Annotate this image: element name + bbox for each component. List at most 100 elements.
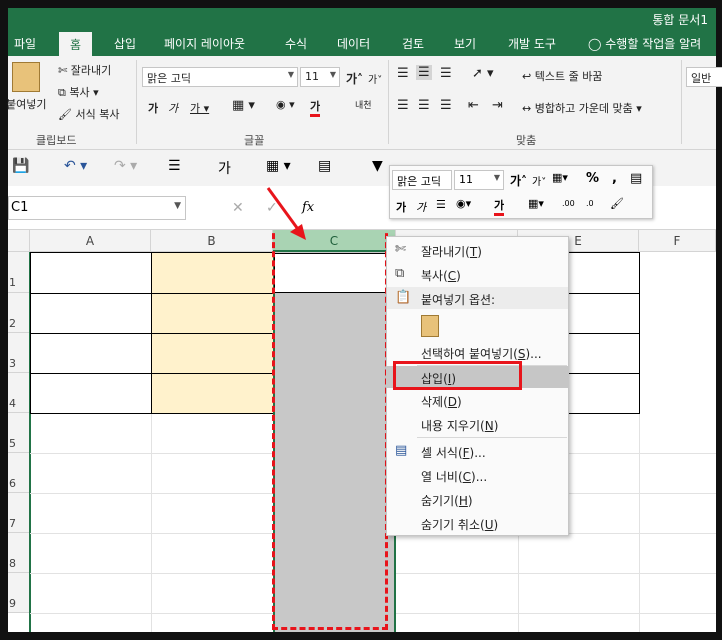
align-top-icon[interactable]: ☰ bbox=[397, 66, 409, 81]
mini-font-name-combo[interactable]: 맑은 고딕 bbox=[392, 170, 452, 190]
mini-italic-icon[interactable]: 가 bbox=[416, 199, 426, 215]
mini-bold-icon[interactable]: 가 bbox=[396, 199, 406, 215]
cell-b4[interactable] bbox=[151, 373, 274, 414]
row-header-4[interactable]: 4 bbox=[8, 373, 30, 413]
font-style-icon[interactable]: 가 bbox=[218, 158, 231, 178]
align-middle-icon[interactable]: ☰ bbox=[416, 65, 432, 80]
align-right-icon[interactable]: ☰ bbox=[440, 98, 452, 113]
tab-page-layout[interactable]: 페이지 레이아웃 bbox=[164, 35, 245, 52]
name-box[interactable]: C1 ▼ bbox=[8, 196, 186, 220]
format-painter-button[interactable]: 🖌 서식 복사 bbox=[58, 106, 119, 122]
cell-b2[interactable] bbox=[151, 293, 274, 334]
menu-item-delete[interactable]: 삭제(D) bbox=[387, 389, 568, 411]
tell-me-search[interactable]: ◯ 수행할 작업을 알려 bbox=[588, 35, 701, 52]
orientation-icon[interactable]: ➚ ▾ bbox=[472, 66, 494, 81]
mini-currency-icon[interactable]: ▦▾ bbox=[552, 171, 568, 184]
bold-icon[interactable]: 가 bbox=[148, 100, 158, 116]
worksheet-grid[interactable]: A B C D E F 1 2 3 4 5 6 7 8 9 bbox=[8, 230, 716, 632]
formula-input[interactable] bbox=[330, 196, 390, 220]
mini-align-center-icon[interactable]: ☰ bbox=[436, 198, 446, 211]
paste-icon[interactable] bbox=[12, 62, 40, 92]
mini-font-size-combo[interactable]: 11 ▼ bbox=[454, 170, 504, 190]
filter-icon[interactable]: ▼ bbox=[372, 158, 383, 174]
border-icon[interactable]: ▦ ▾ bbox=[232, 98, 255, 113]
menu-item-hide[interactable]: 숨기기(H) bbox=[387, 488, 568, 510]
row-header-9[interactable]: 9 bbox=[8, 573, 30, 613]
table-icon[interactable]: ▤ bbox=[318, 158, 331, 174]
tab-developer[interactable]: 개발 도구 bbox=[508, 35, 556, 52]
column-header-a[interactable]: A bbox=[30, 230, 151, 252]
wrap-text-button[interactable]: ↩ 텍스트 줄 바꿈 bbox=[522, 68, 602, 84]
row-header-3[interactable]: 3 bbox=[8, 333, 30, 373]
mini-percent-icon[interactable]: % bbox=[586, 171, 599, 186]
align-left-icon[interactable]: ☰ bbox=[397, 98, 409, 113]
shrink-font-icon[interactable]: 가˅ bbox=[368, 71, 382, 86]
undo-icon[interactable]: ↶ ▾ bbox=[64, 158, 87, 174]
cell-a1[interactable] bbox=[30, 252, 152, 294]
select-all-corner[interactable] bbox=[8, 230, 30, 252]
tab-home[interactable]: 홈 bbox=[59, 32, 93, 56]
menu-divider bbox=[417, 437, 567, 438]
row-header-7[interactable]: 7 bbox=[8, 493, 30, 533]
cell-b3[interactable] bbox=[151, 333, 274, 374]
row-header-8[interactable]: 8 bbox=[8, 533, 30, 573]
row-header-5[interactable]: 5 bbox=[8, 413, 30, 453]
redo-icon[interactable]: ↷ ▾ bbox=[114, 158, 137, 174]
menu-item-copy[interactable]: ⧉ 복사(C) bbox=[387, 263, 568, 285]
cell-a3[interactable] bbox=[30, 333, 152, 374]
tab-data[interactable]: 데이터 bbox=[337, 35, 370, 52]
mini-comma-icon[interactable]: , bbox=[612, 171, 617, 186]
tab-review[interactable]: 검토 bbox=[402, 35, 424, 52]
font-size-combo[interactable]: 11 ▼ bbox=[300, 67, 340, 87]
decrease-indent-icon[interactable]: ⇤ bbox=[468, 98, 479, 113]
column-header-f[interactable]: F bbox=[639, 230, 716, 252]
cut-button[interactable]: ✄ 잘라내기 bbox=[58, 62, 111, 78]
row-header-2[interactable]: 2 bbox=[8, 293, 30, 333]
cancel-icon[interactable]: ✕ bbox=[232, 200, 244, 216]
mini-increase-decimal-icon[interactable]: .00 bbox=[562, 199, 575, 208]
mini-fill-color-icon[interactable]: ◉▾ bbox=[456, 197, 471, 210]
mini-shrink-font-icon[interactable]: 가˅ bbox=[532, 173, 546, 188]
save-icon[interactable]: 💾 bbox=[12, 158, 29, 174]
cell-b1[interactable] bbox=[151, 252, 274, 294]
menu-item-paste-special[interactable]: 선택하여 붙여넣기(S)... bbox=[387, 341, 568, 363]
mini-decrease-decimal-icon[interactable]: .0 bbox=[586, 199, 594, 208]
mini-format-cells-icon[interactable]: ▤ bbox=[630, 171, 642, 186]
align-icon[interactable]: ☰ bbox=[168, 158, 181, 174]
number-format-combo[interactable]: 일반 bbox=[686, 67, 722, 87]
italic-icon[interactable]: 가 bbox=[168, 100, 178, 116]
borders-icon[interactable]: ▦ ▾ bbox=[266, 158, 291, 174]
paste-button[interactable]: 붙여넣기 bbox=[6, 96, 46, 112]
mini-grow-font-icon[interactable]: 가˄ bbox=[510, 172, 527, 189]
mini-format-painter-icon[interactable]: 🖌 bbox=[610, 197, 624, 210]
tab-insert[interactable]: 삽입 bbox=[114, 35, 136, 52]
paste-option-keep-source[interactable] bbox=[387, 311, 568, 341]
underline-icon[interactable]: 가 ▾ bbox=[190, 100, 209, 116]
align-center-icon[interactable]: ☰ bbox=[418, 98, 430, 113]
cell-a4[interactable] bbox=[30, 373, 152, 414]
menu-item-unhide[interactable]: 숨기기 취소(U) bbox=[387, 512, 568, 534]
font-color-icon[interactable]: 가 bbox=[310, 98, 321, 117]
menu-item-format-cells[interactable]: ▤ 셀 서식(F)... bbox=[387, 440, 568, 462]
grow-font-icon[interactable]: 가˄ bbox=[346, 70, 363, 87]
column-header-b[interactable]: B bbox=[151, 230, 273, 252]
fill-color-icon[interactable]: ◉ ▾ bbox=[276, 98, 295, 111]
row-header-6[interactable]: 6 bbox=[8, 453, 30, 493]
menu-item-clear-contents[interactable]: 내용 지우기(N) bbox=[387, 413, 568, 435]
align-bottom-icon[interactable]: ☰ bbox=[440, 66, 452, 81]
tab-formulas[interactable]: 수식 bbox=[285, 35, 307, 52]
tab-view[interactable]: 보기 bbox=[454, 35, 476, 52]
phonetic-icon[interactable]: 내천 bbox=[355, 98, 372, 111]
copy-button[interactable]: ⧉ 복사 ▾ bbox=[58, 84, 99, 100]
increase-indent-icon[interactable]: ⇥ bbox=[492, 98, 503, 113]
mini-borders-icon[interactable]: ▦▾ bbox=[528, 197, 544, 210]
merge-center-button[interactable]: ↔ 병합하고 가운데 맞춤 ▾ bbox=[522, 100, 642, 116]
tab-file[interactable]: 파일 bbox=[14, 35, 36, 52]
row-header-1[interactable]: 1 bbox=[8, 252, 30, 293]
mini-font-color-icon[interactable]: 가 bbox=[494, 197, 505, 216]
lightbulb-icon: ◯ bbox=[588, 37, 602, 51]
cell-a2[interactable] bbox=[30, 293, 152, 334]
menu-item-column-width[interactable]: 열 너비(C)... bbox=[387, 464, 568, 486]
menu-item-cut[interactable]: ✄ 잘라내기(T) bbox=[387, 239, 568, 261]
font-name-combo[interactable]: 맑은 고딕 ▼ bbox=[142, 67, 298, 87]
